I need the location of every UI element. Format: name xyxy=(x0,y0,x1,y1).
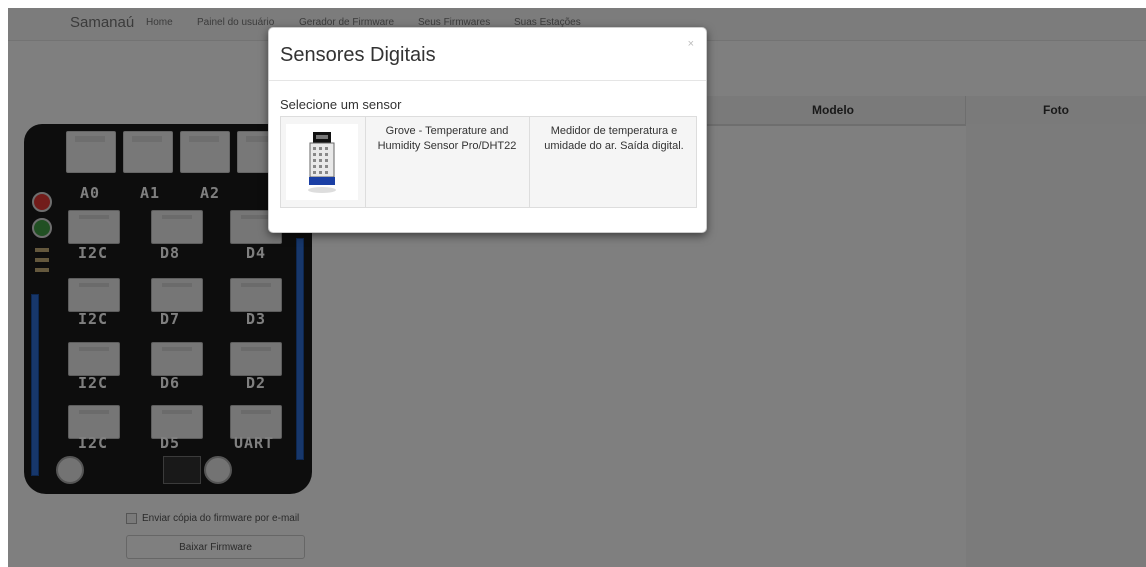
sensor-name-line: Grove - Temperature and xyxy=(385,125,509,137)
cell-divider xyxy=(365,117,366,207)
cell-divider xyxy=(529,117,530,207)
modal-divider xyxy=(269,80,706,81)
sensor-name-line: Humidity Sensor Pro/DHT22 xyxy=(377,140,517,152)
close-icon[interactable]: × xyxy=(688,38,694,50)
digital-sensors-modal: Sensores Digitais × Selecione um sensor xyxy=(268,27,707,233)
sensor-description: Medidor de temperatura e umidade do ar. … xyxy=(531,124,697,154)
select-sensor-label: Selecione um sensor xyxy=(280,97,402,112)
sensor-description-line: Medidor de temperatura e xyxy=(550,125,678,137)
sensor-photo xyxy=(286,124,358,200)
sensor-description-line: umidade do ar. Saída digital. xyxy=(544,140,684,152)
modal-title: Sensores Digitais xyxy=(280,44,436,66)
sensor-name: Grove - Temperature and Humidity Sensor … xyxy=(367,124,527,154)
sensor-option-row[interactable]: Grove - Temperature and Humidity Sensor … xyxy=(280,116,697,208)
dht22-sensor-icon xyxy=(308,132,336,193)
